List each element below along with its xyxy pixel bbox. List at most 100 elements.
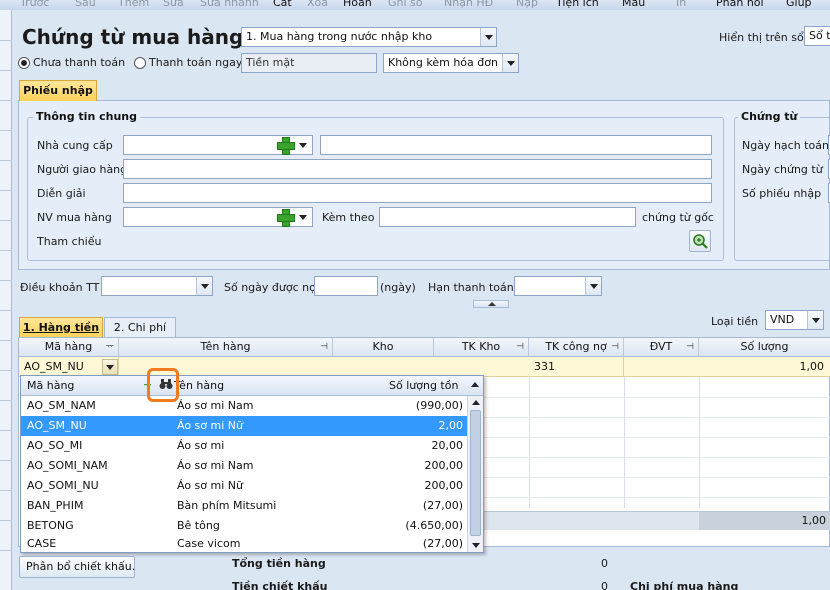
payment-terms-select[interactable] [101, 276, 213, 296]
display-on-ledger-value: Sổ tà [809, 29, 830, 42]
list-item-name: Áo sơ mi Nữ [177, 419, 243, 432]
list-item[interactable]: AO_SOMI_NAM Áo sơ mi Nam 200,00 [21, 456, 467, 476]
toolbar-feedback-button[interactable]: Phản hồi [716, 0, 764, 9]
col-header-name-label: Tên hàng [200, 340, 251, 353]
pin-icon[interactable]: ⊣ [516, 338, 524, 356]
tab-goods[interactable]: 1. Hàng tiền [19, 317, 103, 337]
list-item-name: Bàn phím Mitsumi [177, 499, 277, 512]
toolbar-print-button[interactable]: In [676, 0, 686, 9]
col-header-stock-account[interactable]: TK Kho ⊣ [434, 338, 529, 357]
supplier-label: Nhà cung cấp [37, 139, 113, 152]
collapse-handle[interactable] [473, 300, 509, 308]
pin-icon[interactable]: ⊣ [686, 338, 694, 356]
deliverer-input[interactable] [123, 159, 712, 179]
radio-unpaid-label[interactable]: Chưa thanh toán [33, 56, 125, 69]
scroll-thumb[interactable] [470, 410, 481, 536]
chevron-down-icon[interactable] [502, 54, 518, 72]
currency-select[interactable]: VND [765, 310, 824, 330]
lookup-header-code[interactable]: Mã hàng [27, 379, 74, 392]
toolbar-quick-edit-button[interactable]: Sửa nhanh [200, 0, 259, 9]
chevron-down-icon[interactable] [196, 277, 212, 295]
chevron-down-icon[interactable] [480, 28, 496, 46]
cell-quantity-value: 1,00 [799, 360, 825, 373]
voucher-date-label: Ngày chứng từ [742, 163, 823, 176]
purchase-type-select[interactable]: 1. Mua hàng trong nước nhập kho [241, 27, 497, 47]
pin-icon[interactable]: ⊣ [320, 338, 328, 356]
list-item[interactable]: AO_SOMI_NU Áo sơ mi Nữ 200,00 [21, 476, 467, 496]
pin-icon[interactable]: ⊣ [611, 338, 619, 356]
display-on-ledger-select[interactable]: Sổ tà [804, 26, 830, 46]
lookup-scrollbar[interactable] [467, 396, 483, 552]
pin-icon[interactable]: ᅲ [106, 338, 114, 356]
chevron-down-icon[interactable] [585, 277, 601, 295]
reference-search-button[interactable] [689, 230, 711, 252]
description-input[interactable] [123, 183, 712, 203]
tab-goods-label: 1. Hàng tiền [22, 321, 100, 334]
totals-row: 1,00 [484, 511, 830, 530]
description-label: Diễn giải [37, 187, 86, 200]
toolbar-next-button[interactable]: Sau [75, 0, 96, 9]
purchase-cost-label: Chi phí mua hàng [630, 580, 739, 590]
toolbar-template-button[interactable]: Mẫu [622, 0, 645, 9]
left-panel [0, 10, 12, 590]
radio-unpaid[interactable] [18, 57, 30, 69]
list-item[interactable]: CASE Case vicom (27,00) [21, 536, 467, 552]
toolbar-receive-invoice-button[interactable]: Nhận HĐ [444, 0, 493, 9]
list-item[interactable]: AO_SO_MI Áo sơ mi 20,00 [21, 436, 467, 456]
scroll-up-icon[interactable] [472, 400, 480, 405]
toolbar-load-button[interactable]: Nạp [516, 0, 538, 9]
list-item[interactable]: BETONG Bê tông (4.650,00) [21, 516, 467, 536]
cell-quantity[interactable]: 1,00 [699, 357, 829, 377]
col-header-quantity[interactable]: Số lượng [699, 338, 830, 357]
invoice-option-select[interactable]: Không kèm hóa đơn [383, 53, 519, 73]
col-header-warehouse[interactable]: Kho [333, 338, 434, 357]
radio-pay-now[interactable] [134, 57, 146, 69]
discount-allocation-button[interactable]: Phân bổ chiết khấu... [19, 556, 135, 578]
col-header-name[interactable]: Tên hàng ⊣ [119, 338, 333, 357]
chevron-down-icon[interactable] [296, 136, 310, 154]
attached-input[interactable] [379, 207, 636, 227]
toolbar-cancel-button[interactable]: Hoãn [343, 0, 372, 9]
toolbar-save-button[interactable]: Cất [273, 0, 292, 9]
sort-up-icon[interactable] [471, 382, 479, 387]
toolbar-utilities-button[interactable]: Tiện ích [556, 0, 599, 9]
add-buyer-icon[interactable] [276, 208, 295, 227]
toolbar-add-button[interactable]: Thêm [118, 0, 149, 9]
list-item-qty: 20,00 [431, 439, 464, 452]
lookup-header-name[interactable]: Tên hàng [174, 379, 224, 392]
buyer-label: NV mua hàng [37, 211, 112, 224]
add-supplier-icon[interactable] [276, 136, 295, 155]
col-header-payable-account[interactable]: TK công nợ ⊣ [529, 338, 624, 357]
toolbar-help-button[interactable]: Giúp [786, 0, 812, 9]
due-date-picker[interactable] [514, 276, 602, 296]
list-item[interactable]: BAN_PHIM Bàn phím Mitsumi (27,00) [21, 496, 467, 516]
tab-receipt[interactable]: Phiếu nhập [19, 80, 97, 101]
col-header-code[interactable]: Mã hàng ᅲ [19, 338, 119, 357]
scroll-down-icon[interactable] [472, 543, 480, 548]
total-goods-value: 0 [601, 557, 608, 570]
chevron-down-icon[interactable] [102, 359, 118, 375]
col-header-unit[interactable]: ĐVT ⊣ [624, 338, 699, 357]
total-quantity: 1,00 [699, 512, 830, 530]
lookup-header-qty[interactable]: Số lượng tồn [389, 379, 458, 392]
attached-label: Kèm theo [322, 211, 375, 224]
toolbar-delete-button[interactable]: Xóa [307, 0, 328, 9]
tab-costs[interactable]: 2. Chi phí [104, 317, 176, 337]
chevron-down-icon[interactable] [807, 311, 823, 329]
item-lookup-dropdown[interactable]: Mã hàng + Tên hàng Số lượng tồn AO_SM_NA… [20, 375, 484, 553]
toolbar-prev-button[interactable]: Trước [20, 0, 49, 9]
receipt-no-label: Số phiếu nhập [742, 187, 822, 200]
list-item-selected[interactable]: AO_SM_NU Áo sơ mi Nữ 2,00 [21, 416, 467, 436]
lookup-header: Mã hàng + Tên hàng Số lượng tồn [21, 376, 483, 396]
list-item[interactable]: AO_SM_NAM Áo sơ mi Nam (990,00) [21, 396, 467, 416]
tab-costs-label: 2. Chi phí [113, 321, 167, 334]
toolbar-post-button[interactable]: Ghi sổ [388, 0, 423, 9]
list-item-name: Bê tông [177, 519, 220, 532]
radio-pay-now-label[interactable]: Thanh toán ngay [149, 56, 242, 69]
supplier-name-input[interactable] [320, 135, 712, 155]
toolbar-edit-button[interactable]: Sửa [163, 0, 184, 9]
posting-date-label: Ngày hạch toán [742, 139, 829, 152]
cell-payable-account[interactable]: 331 [529, 357, 624, 377]
credit-days-input[interactable] [314, 276, 378, 296]
chevron-down-icon[interactable] [296, 208, 310, 226]
